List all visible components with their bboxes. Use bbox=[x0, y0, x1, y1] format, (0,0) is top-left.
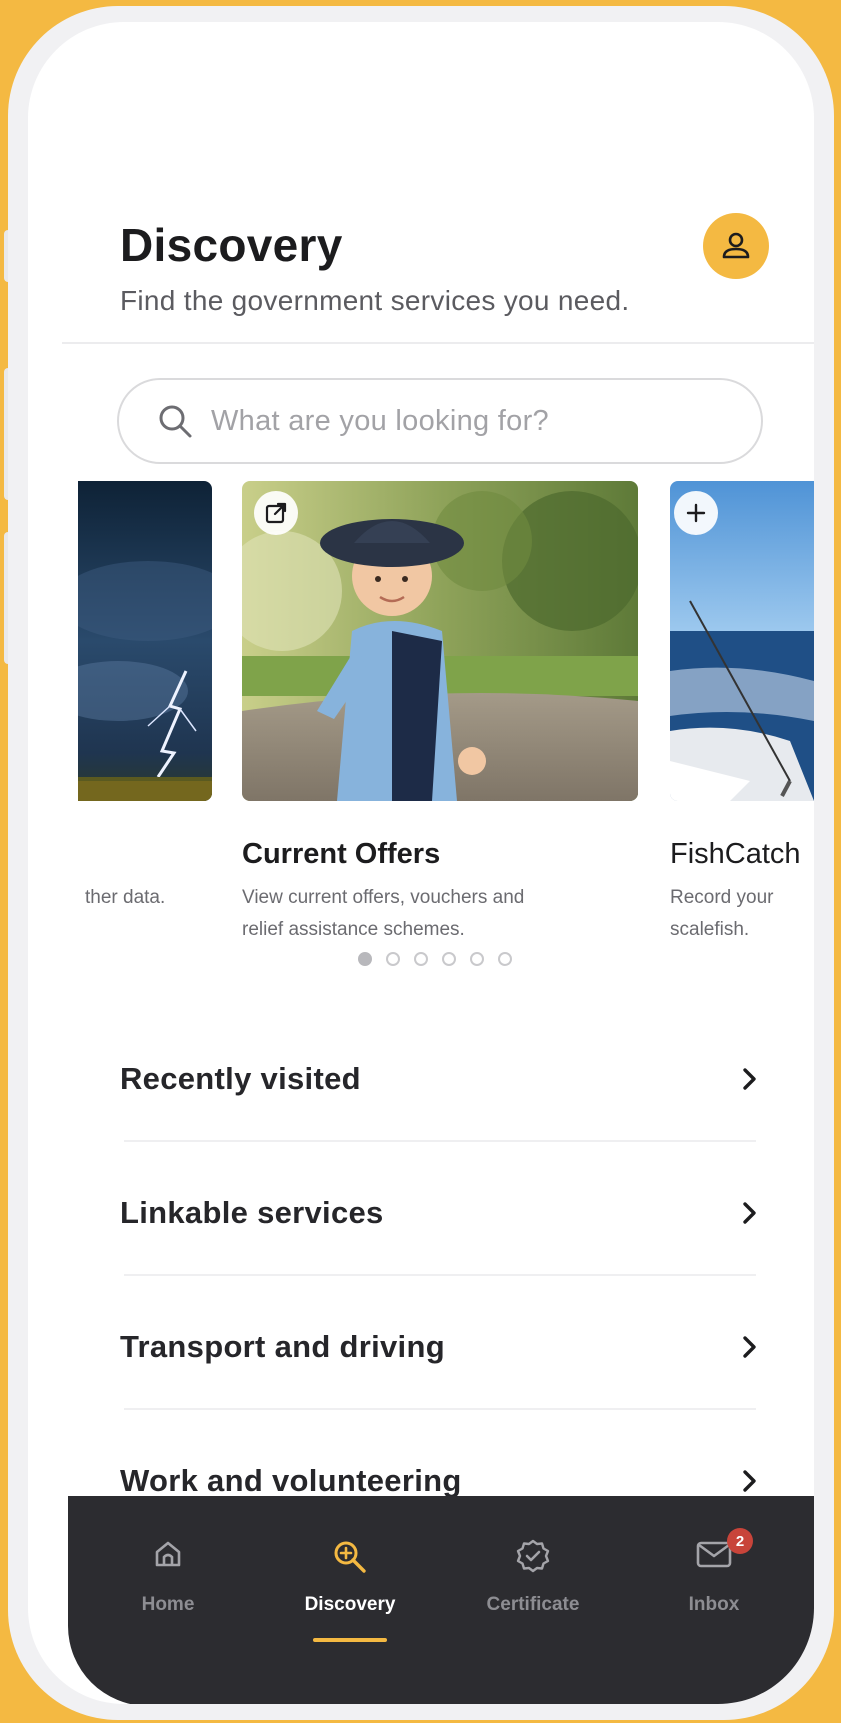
carousel-card-title: Current Offers bbox=[242, 838, 441, 870]
header-divider bbox=[62, 342, 814, 344]
discovery-search-icon bbox=[334, 1541, 366, 1573]
certificate-icon bbox=[516, 1539, 550, 1573]
carousel-card-image-storm[interactable] bbox=[78, 481, 212, 801]
section-label: Recently visited bbox=[120, 1061, 361, 1096]
carousel-card-title: FishCatch bbox=[670, 838, 801, 870]
carousel-card-description: relief assistance schemes. bbox=[242, 919, 465, 940]
carousel-pagination bbox=[358, 952, 512, 966]
app-screen: Discovery Find the government services y… bbox=[28, 22, 814, 1704]
section-label: Work and volunteering bbox=[120, 1463, 462, 1498]
tab-discovery[interactable]: Discovery bbox=[275, 1496, 425, 1666]
page-subtitle: Find the government services you need. bbox=[120, 285, 630, 316]
tab-label: Discovery bbox=[304, 1594, 396, 1615]
search-input[interactable] bbox=[209, 403, 733, 439]
tab-inbox[interactable]: 2 Inbox bbox=[639, 1496, 789, 1666]
search-icon bbox=[159, 405, 192, 438]
carousel-page-dot[interactable] bbox=[442, 952, 456, 966]
plus-icon bbox=[686, 503, 706, 523]
tab-label: Home bbox=[141, 1594, 195, 1615]
chevron-right-icon bbox=[743, 1068, 756, 1090]
external-link-button[interactable] bbox=[254, 491, 298, 535]
lightning-image bbox=[78, 481, 212, 801]
user-icon bbox=[722, 232, 750, 259]
tab-home[interactable]: Home bbox=[93, 1496, 243, 1666]
carousel-page-dot[interactable] bbox=[470, 952, 484, 966]
bottom-tab-bar: Home Discovery Certificate 2 Inbox bbox=[68, 1496, 814, 1704]
section-linkable-services[interactable]: Linkable services bbox=[120, 1168, 760, 1258]
carousel-card-description: View current offers, vouchers and bbox=[242, 887, 525, 908]
carousel-page-dot[interactable] bbox=[498, 952, 512, 966]
search-bar[interactable] bbox=[117, 378, 763, 464]
section-label: Transport and driving bbox=[120, 1329, 445, 1364]
tab-certificate[interactable]: Certificate bbox=[458, 1496, 608, 1666]
carousel-card-image-current-offers[interactable] bbox=[242, 481, 638, 801]
active-tab-indicator bbox=[313, 1638, 387, 1642]
carousel-page-dot[interactable] bbox=[414, 952, 428, 966]
section-label: Linkable services bbox=[120, 1195, 384, 1230]
home-icon bbox=[155, 1541, 181, 1567]
external-link-icon bbox=[265, 502, 287, 524]
carousel-card-description: ther data. bbox=[85, 887, 166, 908]
list-divider bbox=[124, 1408, 756, 1410]
carousel-page-dot[interactable] bbox=[386, 952, 400, 966]
section-transport-and-driving[interactable]: Transport and driving bbox=[120, 1302, 760, 1392]
tab-label: Certificate bbox=[486, 1594, 580, 1615]
profile-button[interactable] bbox=[703, 213, 769, 279]
list-divider bbox=[124, 1140, 756, 1142]
chevron-right-icon bbox=[743, 1470, 756, 1492]
child-photo-image bbox=[242, 481, 638, 801]
carousel-card-description: scalefish. bbox=[670, 919, 750, 940]
carousel-page-dot-active[interactable] bbox=[358, 952, 372, 966]
list-divider bbox=[124, 1274, 756, 1276]
inbox-unread-badge: 2 bbox=[727, 1528, 753, 1554]
chevron-right-icon bbox=[743, 1202, 756, 1224]
carousel-card-title-clip: FishCatch bbox=[670, 832, 814, 878]
section-recently-visited[interactable]: Recently visited bbox=[120, 1034, 760, 1124]
carousel-card-description: Record your bbox=[670, 887, 774, 908]
phone-frame: Discovery Find the government services y… bbox=[8, 6, 834, 1720]
add-service-button[interactable] bbox=[674, 491, 718, 535]
chevron-right-icon bbox=[743, 1336, 756, 1358]
page-title: Discovery bbox=[120, 219, 343, 271]
tab-label: Inbox bbox=[688, 1594, 740, 1615]
